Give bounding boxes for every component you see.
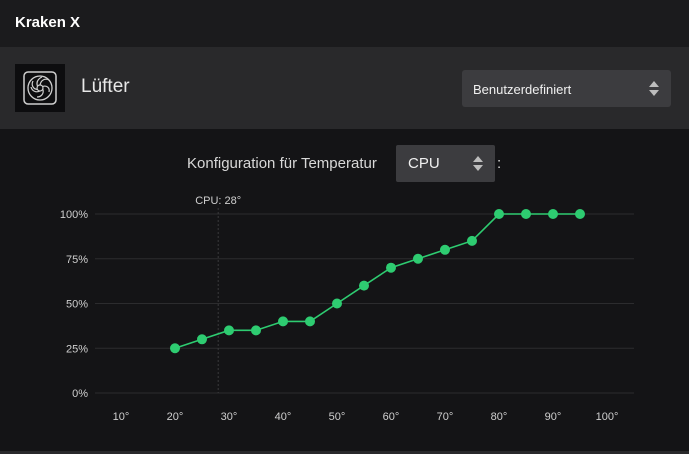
y-tick-label: 25%	[66, 343, 88, 355]
curve-point[interactable]	[197, 334, 207, 345]
y-tick-label: 0%	[72, 388, 88, 400]
curve-point[interactable]	[467, 235, 477, 246]
curve-point[interactable]	[305, 316, 315, 327]
x-tick-label: 70°	[437, 411, 454, 423]
curve-point[interactable]	[332, 298, 342, 309]
current-temp-label: CPU: 28°	[195, 195, 241, 207]
x-tick-label: 20°	[167, 411, 184, 423]
curve-point[interactable]	[440, 244, 450, 255]
curve-point[interactable]	[278, 316, 288, 327]
x-tick-label: 30°	[221, 411, 238, 423]
curve-point[interactable]	[575, 209, 585, 219]
x-tick-label: 50°	[329, 411, 346, 423]
x-tick-label: 10°	[113, 411, 130, 423]
fan-curve-line	[174, 213, 580, 350]
curve-point[interactable]	[359, 280, 369, 291]
x-tick-label: 100°	[596, 411, 619, 423]
y-tick-label: 50%	[66, 299, 88, 311]
curve-point[interactable]	[386, 262, 396, 273]
curve-point[interactable]	[521, 209, 531, 219]
curve-point[interactable]	[224, 325, 234, 336]
curve-point[interactable]	[413, 253, 423, 264]
x-tick-label: 60°	[383, 411, 400, 423]
y-tick-label: 75%	[66, 254, 88, 266]
curve-point[interactable]	[494, 209, 504, 219]
curve-point[interactable]	[548, 209, 558, 219]
fan-curve-chart[interactable]: 0% 25% 50% 75% 100% 10° 20° 30° 40° 50° 60° 70° 80° 9…	[0, 0, 689, 454]
x-tick-label: 80°	[491, 411, 508, 423]
y-tick-label: 100%	[60, 209, 88, 221]
x-tick-label: 90°	[545, 411, 562, 423]
curve-point[interactable]	[170, 343, 180, 354]
x-tick-label: 40°	[275, 411, 292, 423]
curve-point[interactable]	[251, 325, 261, 336]
